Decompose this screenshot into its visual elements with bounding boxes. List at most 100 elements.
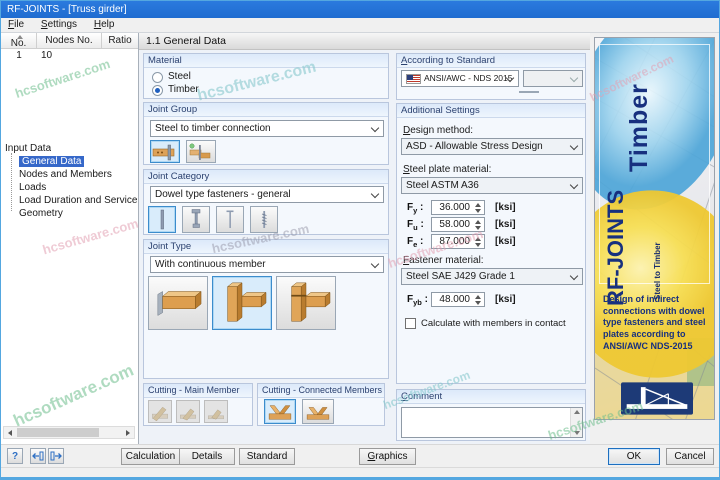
- tree-item-general-data[interactable]: General Data: [19, 155, 85, 168]
- previous-module-button[interactable]: [30, 448, 46, 464]
- calculation-button[interactable]: Calculation: [121, 448, 180, 465]
- spinner-down-icon: [475, 209, 481, 213]
- tree-item-load-duration[interactable]: Load Duration and Service Con: [19, 194, 137, 207]
- help-icon: ?: [11, 450, 19, 462]
- scroll-left-button[interactable]: [4, 427, 16, 438]
- help-button[interactable]: ?: [7, 448, 23, 464]
- scrollbar-thumb[interactable]: [17, 428, 99, 437]
- window-title: RF-JOINTS - [Truss girder]: [7, 4, 127, 15]
- brand-subtitle-text: Steel to Timber: [653, 242, 662, 300]
- fyb-unit: [ksi]: [495, 294, 516, 305]
- standard-groupbox: According to Standard ANSI/AWC - NDS 201…: [396, 53, 586, 100]
- fyb-spinner[interactable]: [472, 294, 483, 305]
- fy-label: Fy :: [407, 202, 424, 215]
- table-cell-ratio[interactable]: [102, 49, 138, 63]
- fe-spinner[interactable]: [472, 236, 483, 247]
- standard-annex-select[interactable]: [523, 70, 583, 87]
- comment-scrollbar[interactable]: [570, 408, 582, 437]
- cutting-connected-groupbox: Cutting - Connected Members: [257, 383, 385, 426]
- nail-icon: [226, 210, 234, 228]
- tree-item-geometry[interactable]: Geometry: [19, 207, 63, 220]
- standard-group-title: According to Standard: [397, 54, 585, 68]
- truss-logo-icon: [621, 382, 693, 415]
- material-steel-radio[interactable]: [152, 72, 163, 83]
- additional-settings-title: Additional Settings: [397, 104, 585, 118]
- members-in-contact-label[interactable]: Calculate with members in contact: [421, 318, 566, 329]
- scroll-right-button[interactable]: [122, 427, 134, 438]
- table-cell-no[interactable]: 1: [1, 49, 37, 63]
- bolt-icon: [191, 209, 201, 228]
- fastener-dowel-button[interactable]: [148, 206, 176, 233]
- fastener-material-label: Fastener material:: [403, 255, 484, 266]
- joint-type-single-beam-button[interactable]: [148, 276, 208, 330]
- shallow-notch-cut-icon: [306, 406, 330, 419]
- joint-type-continuous-member-button[interactable]: [212, 276, 272, 330]
- joint-group-select[interactable]: Steel to timber connection: [150, 120, 384, 137]
- cancel-button[interactable]: Cancel: [666, 448, 714, 465]
- joint-type-select[interactable]: With continuous member: [150, 256, 384, 273]
- fy-input[interactable]: 36.000: [431, 200, 485, 215]
- chevron-down-icon: [569, 180, 579, 190]
- menu-help[interactable]: Help: [87, 18, 122, 33]
- cutting-main-option1-button[interactable]: [148, 400, 172, 423]
- chevron-down-icon: [569, 271, 579, 281]
- joint-type-split-member-button[interactable]: [276, 276, 336, 330]
- spinner-up-icon: [475, 220, 481, 224]
- cutting-main-option3-button[interactable]: [204, 400, 228, 423]
- material-steel-label[interactable]: Steel: [168, 71, 191, 82]
- brand-timber-text: Timber: [625, 83, 653, 172]
- fastener-screw-button[interactable]: [250, 206, 278, 233]
- menu-settings[interactable]: Settings: [34, 18, 84, 33]
- horizontal-scrollbar[interactable]: [3, 426, 135, 439]
- vertical-cut-icon: [180, 408, 196, 421]
- fe-input[interactable]: 87.000: [431, 234, 485, 249]
- joint-category-select[interactable]: Dowel type fasteners - general: [150, 186, 384, 203]
- cutting-main-option2-button[interactable]: [176, 400, 200, 423]
- details-button[interactable]: Details: [179, 448, 235, 465]
- material-timber-label[interactable]: Timber: [168, 84, 199, 95]
- fy-spinner[interactable]: [472, 202, 483, 213]
- steel-plate-material-label: Steel plate material:: [403, 164, 492, 175]
- titlebar[interactable]: RF-JOINTS - [Truss girder]: [1, 1, 719, 18]
- graphics-button[interactable]: Graphics: [359, 448, 416, 465]
- tree-item-nodes-members[interactable]: Nodes and Members: [19, 168, 112, 181]
- column-header-ratio[interactable]: Ratio: [102, 33, 138, 49]
- members-in-contact-checkbox[interactable]: [405, 318, 416, 329]
- ok-button[interactable]: OK: [608, 448, 660, 465]
- column-header-no[interactable]: No.: [1, 33, 37, 49]
- design-method-select[interactable]: ASD - Allowable Stress Design: [401, 138, 583, 155]
- fu-unit: [ksi]: [495, 219, 516, 230]
- menu-file[interactable]: File: [1, 18, 31, 33]
- standard-select[interactable]: ANSI/AWC - NDS 2015: [401, 70, 519, 87]
- chevron-down-icon: [370, 259, 380, 269]
- split-member-illustration: [290, 282, 331, 322]
- scroll-right-icon: [126, 429, 130, 436]
- cutting-connected-option2-button[interactable]: [302, 399, 334, 424]
- material-timber-radio[interactable]: [152, 85, 163, 96]
- chevron-down-icon: [370, 123, 380, 133]
- joint-category-groupbox: Joint Category Dowel type fasteners - ge…: [143, 169, 389, 235]
- menubar: File Settings Help: [1, 18, 719, 33]
- arrow-left-icon: [32, 451, 44, 461]
- next-module-button[interactable]: [48, 448, 64, 464]
- fe-label: Fe :: [407, 236, 424, 249]
- screw-icon: [261, 211, 267, 228]
- material-group-title: Material: [144, 54, 388, 68]
- spinner-down-icon: [475, 301, 481, 305]
- tree-item-loads[interactable]: Loads: [19, 181, 46, 194]
- fastener-bolt-button[interactable]: [182, 206, 210, 233]
- column-header-nodes[interactable]: Nodes No.: [37, 33, 102, 49]
- fu-input[interactable]: 58.000: [431, 217, 485, 232]
- fu-spinner[interactable]: [472, 219, 483, 230]
- comment-textarea[interactable]: [401, 407, 583, 438]
- joint-group-option-steel-plate-button[interactable]: [150, 140, 180, 163]
- joint-group-option-lap-joint-button[interactable]: [186, 140, 216, 163]
- cutting-connected-option1-button[interactable]: [264, 399, 296, 424]
- standard-button[interactable]: Standard: [239, 448, 295, 465]
- design-method-label: Design method:: [403, 125, 474, 136]
- steel-plate-material-select[interactable]: Steel ASTM A36: [401, 177, 583, 194]
- table-cell-nodes[interactable]: 10: [41, 49, 99, 63]
- fastener-nail-button[interactable]: [216, 206, 244, 233]
- fyb-input[interactable]: 48.000: [431, 292, 485, 307]
- fastener-material-select[interactable]: Steel SAE J429 Grade 1: [401, 268, 583, 285]
